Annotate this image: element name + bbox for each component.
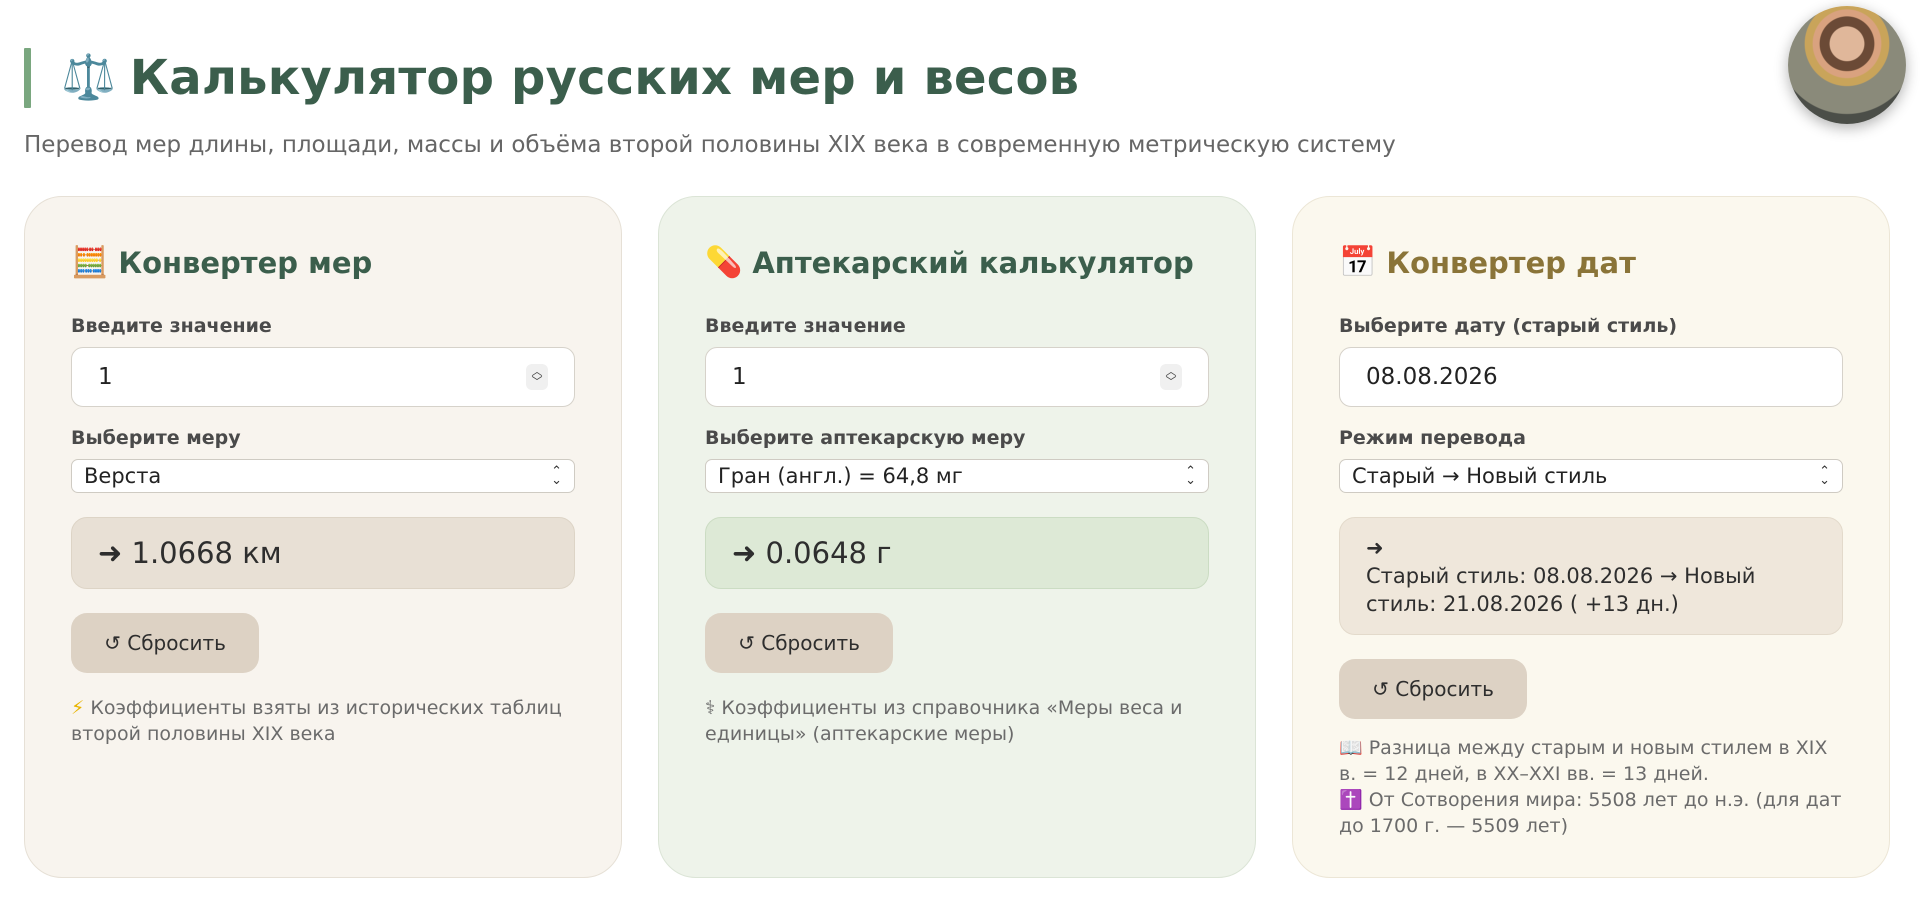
converter-value-text: 1 <box>98 364 113 390</box>
chevron-updown-icon: ⌃ ⌄ <box>1185 464 1196 488</box>
caduceus-icon: ⚕ <box>705 697 716 719</box>
converter-measure-label: Выберите меру <box>71 427 241 449</box>
lightning-icon: ⚡ <box>71 697 85 719</box>
mode-selected: Старый → Новый стиль <box>1352 464 1608 488</box>
apothecary-measure-label: Выберите аптекарскую меру <box>705 427 1026 449</box>
date-input-value: 08.08.2026 <box>1366 364 1498 390</box>
apothecary-note-text: Коэффициенты из справочника «Меры веса и… <box>705 697 1183 745</box>
calendar-icon: 📅 <box>1339 245 1377 280</box>
apothecary-reset-button[interactable]: ↺ Сбросить <box>705 613 893 673</box>
converter-reset-button[interactable]: ↺ Сбросить <box>71 613 259 673</box>
avatar[interactable] <box>1788 6 1906 124</box>
page-header: ⚖️ Калькулятор русских мер и весов <box>24 48 1079 108</box>
converter-measure-select[interactable]: Верста ⌃ ⌄ <box>71 459 575 493</box>
pill-icon: 💊 <box>705 245 743 280</box>
apothecary-card: 💊 Аптекарский калькулятор Введите значен… <box>658 196 1256 878</box>
apothecary-value-text: 1 <box>732 364 747 390</box>
apothecary-title: Аптекарский калькулятор <box>752 246 1194 280</box>
apothecary-value-label: Введите значение <box>705 315 906 337</box>
apothecary-result: ➜ 0.0648 г <box>705 517 1209 589</box>
converter-value-label: Введите значение <box>71 315 272 337</box>
scales-icon: ⚖️ <box>61 52 116 103</box>
converter-note-text: Коэффициенты взяты из исторических табли… <box>71 697 562 745</box>
result-arrow-icon: ➜ <box>1366 536 1384 560</box>
converter-card: 🧮 Конвертер мер Введите значение 1 ︿ ﹀ Вы… <box>24 196 622 878</box>
date-reset-button[interactable]: ↺ Сбросить <box>1339 659 1527 719</box>
mode-select[interactable]: Старый → Новый стиль ⌃ ⌄ <box>1339 459 1843 493</box>
page-title: Калькулятор русских мер и весов <box>129 50 1080 106</box>
converter-value-input[interactable]: 1 ︿ ﹀ <box>71 347 575 407</box>
apothecary-value-input[interactable]: 1 ︿ ﹀ <box>705 347 1209 407</box>
date-converter-title: Конвертер дат <box>1386 246 1636 280</box>
title-accent-bar <box>24 48 31 108</box>
date-label: Выберите дату (старый стиль) <box>1339 315 1678 337</box>
number-stepper[interactable]: ︿ ﹀ <box>1160 364 1182 390</box>
date-result-line1: Старый стиль: 08.08.2026 → Новый <box>1366 564 1756 588</box>
date-input[interactable]: 08.08.2026 <box>1339 347 1843 407</box>
chevron-updown-icon: ⌃ ⌄ <box>551 464 562 488</box>
abacus-icon: 🧮 <box>71 245 109 280</box>
apothecary-note: ⚕ Коэффициенты из справочника «Меры веса… <box>705 695 1209 747</box>
number-stepper[interactable]: ︿ ﹀ <box>526 364 548 390</box>
converter-result: ➜ 1.0668 км <box>71 517 575 589</box>
date-result: ➜ Старый стиль: 08.08.2026 → Новый стиль… <box>1339 517 1843 635</box>
date-note-text-1: Разница между старым и новым стилем в XI… <box>1339 737 1828 785</box>
date-note: 📖 Разница между старым и новым стилем в … <box>1339 735 1843 839</box>
mode-label: Режим перевода <box>1339 427 1526 449</box>
date-converter-card: 📅 Конвертер дат Выберите дату (старый ст… <box>1292 196 1890 878</box>
chevron-updown-icon: ⌃ ⌄ <box>1819 464 1830 488</box>
book-icon: 📖 <box>1339 737 1363 759</box>
cross-icon: ✝️ <box>1339 789 1363 811</box>
date-result-line2: стиль: 21.08.2026 ( +13 дн.) <box>1366 592 1679 616</box>
page-subtitle: Перевод мер длины, площади, массы и объё… <box>24 132 1396 158</box>
converter-note: ⚡ Коэффициенты взяты из исторических таб… <box>71 695 575 747</box>
converter-title: Конвертер мер <box>118 246 373 280</box>
date-note-text-2: От Сотворения мира: 5508 лет до н.э. (дл… <box>1339 789 1842 837</box>
apothecary-measure-select[interactable]: Гран (англ.) = 64,8 мг ⌃ ⌄ <box>705 459 1209 493</box>
converter-measure-selected: Верста <box>84 464 162 488</box>
apothecary-measure-selected: Гран (англ.) = 64,8 мг <box>718 464 963 488</box>
